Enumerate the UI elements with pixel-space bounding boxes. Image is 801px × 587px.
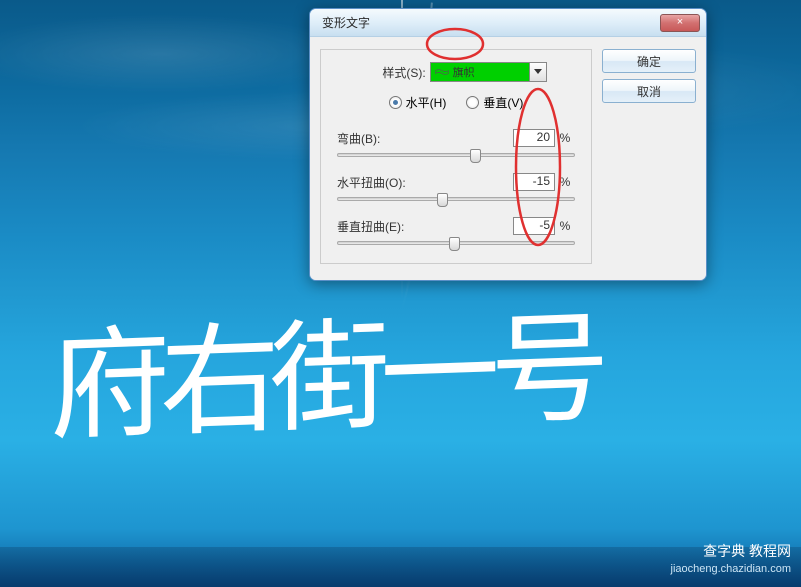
v-distort-label: 垂直扭曲(E): (337, 218, 513, 235)
radio-vertical[interactable]: 垂直(V) (466, 94, 523, 111)
v-distort-input[interactable]: -5 (513, 217, 555, 235)
v-distort-slider[interactable] (337, 241, 575, 245)
radio-horizontal[interactable]: 水平(H) (389, 94, 447, 111)
orientation-row: 水平(H) 垂直(V) (337, 94, 575, 111)
style-row: 样式(S): 旗帜 (337, 62, 575, 82)
watermark-title: 查字典 教程网 (671, 541, 791, 561)
style-label: 样式(S): (382, 64, 425, 81)
v-distort-slider-thumb[interactable] (449, 237, 460, 251)
radio-horizontal-label: 水平(H) (406, 94, 447, 111)
h-distort-row: 水平扭曲(O): -15 % (337, 173, 575, 201)
v-distort-unit: % (555, 219, 575, 233)
chevron-down-icon (534, 69, 542, 75)
h-distort-label: 水平扭曲(O): (337, 174, 513, 191)
radio-horizontal-input[interactable] (389, 96, 402, 109)
dialog-titlebar[interactable]: 变形文字 × (310, 9, 706, 37)
warp-text-dialog: 变形文字 × 样式(S): 旗帜 (309, 8, 707, 281)
flag-style-icon (435, 67, 449, 77)
dialog-body: 样式(S): 旗帜 水平(H) (310, 37, 706, 280)
dropdown-arrow[interactable] (529, 62, 547, 82)
style-value: 旗帜 (453, 64, 475, 80)
h-distort-slider[interactable] (337, 197, 575, 201)
close-icon: × (677, 16, 683, 28)
h-distort-input[interactable]: -15 (513, 173, 555, 191)
main-warped-text: 府右街一号 (50, 270, 600, 463)
settings-panel: 样式(S): 旗帜 水平(H) (320, 49, 592, 264)
watermark: 查字典 教程网 jiaocheng.chazidian.com (671, 541, 791, 575)
ok-button[interactable]: 确定 (602, 49, 696, 73)
watermark-url: jiaocheng.chazidian.com (671, 563, 791, 575)
close-button[interactable]: × (660, 14, 700, 32)
bend-unit: % (555, 131, 575, 145)
cancel-button[interactable]: 取消 (602, 79, 696, 103)
buttons-panel: 确定 取消 (602, 49, 696, 264)
dialog-title: 变形文字 (322, 14, 660, 31)
style-dropdown[interactable]: 旗帜 (430, 62, 530, 82)
bend-slider-thumb[interactable] (470, 149, 481, 163)
h-distort-slider-thumb[interactable] (437, 193, 448, 207)
bend-row: 弯曲(B): 20 % (337, 129, 575, 157)
radio-vertical-label: 垂直(V) (483, 94, 523, 111)
bend-slider[interactable] (337, 153, 575, 157)
bend-input[interactable]: 20 (513, 129, 555, 147)
h-distort-unit: % (555, 175, 575, 189)
radio-vertical-input[interactable] (466, 96, 479, 109)
v-distort-row: 垂直扭曲(E): -5 % (337, 217, 575, 245)
bend-label: 弯曲(B): (337, 130, 513, 147)
